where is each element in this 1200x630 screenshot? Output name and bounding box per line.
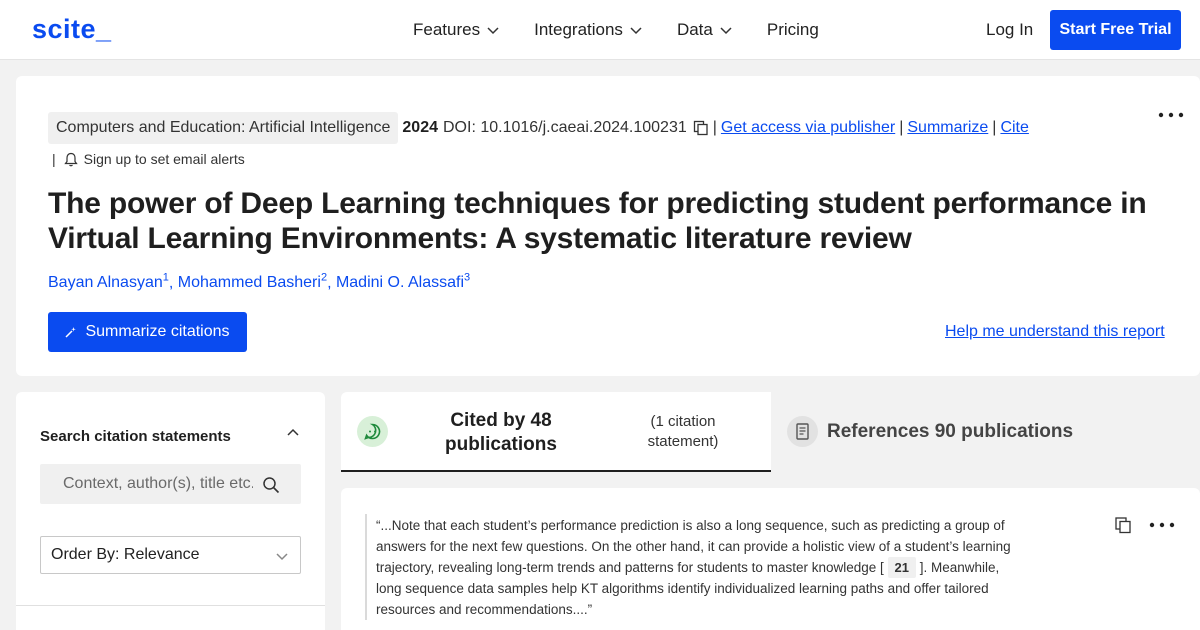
author-link[interactable]: Madini O. Alassafi3 [336,272,470,291]
order-by-value: Order By: Relevance [51,546,200,563]
nav-pricing-label: Pricing [766,20,819,39]
copy-icon[interactable] [1114,516,1132,534]
chevron-down-icon [276,553,288,561]
nav-data-label: Data [676,20,713,39]
separator: | [52,151,56,167]
citation-statement-card: “...Note that each student’s performance… [341,488,1200,630]
get-access-link[interactable]: Get access via publisher [721,119,895,137]
chevron-down-icon [720,27,732,35]
citation-statement-text: “...Note that each student’s performance… [376,518,1011,617]
references-count: References 90 publications [827,421,1074,442]
nav-integrations[interactable]: Integrations [534,20,643,40]
top-navigation: scite_ Features Integrations Data Pricin… [0,0,1200,60]
quote-bar [365,514,367,620]
chevron-up-icon[interactable] [286,426,300,440]
citation-statement-count: (1 citation statement) [647,413,719,450]
chevron-down-icon [487,27,499,35]
cite-link[interactable]: Cite [1000,119,1028,137]
cited-by-count: Cited by 48 publications [445,410,557,455]
more-options-icon[interactable] [1158,112,1184,118]
scite-logo[interactable]: scite_ [32,14,112,45]
help-understand-link[interactable]: Help me understand this report [945,323,1165,341]
magic-wand-icon [65,327,77,338]
divider [16,605,325,606]
summarize-citations-button[interactable]: Summarize citations [48,312,247,352]
tab-references[interactable]: References 90 publications [771,392,1200,472]
nav-features[interactable]: Features [413,20,500,40]
copy-icon[interactable] [693,120,709,136]
main-nav: Features Integrations Data Pricing [413,0,853,60]
search-heading: Search citation statements [40,428,231,445]
journal-name[interactable]: Computers and Education: Artificial Inte… [48,112,399,144]
search-icon[interactable] [262,476,280,494]
chevron-down-icon [630,27,642,35]
separator: | [712,119,717,136]
speech-bubble-icon [357,416,388,447]
summarize-link[interactable]: Summarize [907,119,988,137]
email-alerts-label: Sign up to set email alerts [83,151,245,167]
more-options-icon[interactable] [1149,522,1175,528]
search-panel: Search citation statements Order By: Rel… [16,392,325,630]
start-free-trial-button[interactable]: Start Free Trial [1050,10,1181,50]
reference-number[interactable]: 21 [887,557,916,578]
article-title: The power of Deep Learning techniques fo… [48,187,1147,255]
article-meta: Computers and Education: Artificial Inte… [48,112,1029,144]
author-list: Bayan Alnasyan1, Mohammed Basheri2, Madi… [48,272,471,292]
nav-integrations-label: Integrations [534,20,623,39]
order-by-select[interactable]: Order By: Relevance [40,536,301,574]
author-link[interactable]: Mohammed Basheri2 [178,272,327,291]
tab-cited-by[interactable]: Cited by 48 publications (1 citation sta… [341,392,771,472]
doi-text: DOI: 10.1016/j.caeai.2024.100231 [443,119,687,136]
nav-pricing[interactable]: Pricing [767,20,819,40]
nav-data[interactable]: Data [677,20,733,40]
login-link[interactable]: Log In [986,20,1033,40]
author-link[interactable]: Bayan Alnasyan1 [48,272,169,291]
summarize-citations-label: Summarize citations [85,323,230,340]
separator: | [899,119,904,136]
email-alerts[interactable]: | Sign up to set email alerts [52,151,245,167]
separator: | [992,119,997,136]
publication-year: 2024 [402,119,438,136]
citation-tabs: Cited by 48 publications (1 citation sta… [341,392,1200,472]
document-icon [787,416,818,447]
nav-features-label: Features [413,20,481,39]
bell-icon [63,152,78,166]
article-header-card: Computers and Education: Artificial Inte… [16,76,1200,376]
